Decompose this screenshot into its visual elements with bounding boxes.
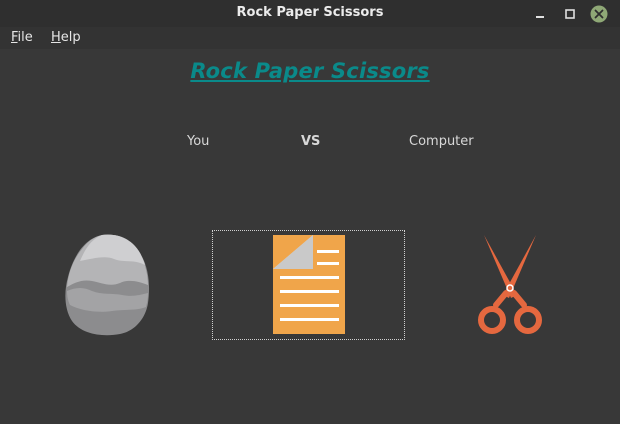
close-button[interactable] (589, 4, 609, 24)
menu-file-label: ile (17, 30, 33, 45)
vs-label: VS (301, 134, 321, 149)
close-icon (590, 5, 608, 23)
menu-help-label: elp (60, 30, 81, 45)
maximize-icon (565, 9, 575, 19)
menu-help[interactable]: Help (51, 30, 81, 45)
app-window: Rock Paper Scissors File Help Rock Paper (0, 0, 620, 424)
window-title: Rock Paper Scissors (236, 5, 384, 20)
scissors-button[interactable] (470, 233, 550, 337)
menu-file[interactable]: File (11, 30, 33, 45)
paper-icon (273, 235, 345, 334)
rock-icon (65, 234, 150, 336)
game-heading: Rock Paper Scissors (190, 59, 430, 83)
game-area: Rock Paper Scissors You VS Computer (0, 49, 620, 424)
menu-help-mnemonic: H (51, 30, 61, 45)
rock-button[interactable] (62, 233, 152, 337)
menu-bar: File Help (0, 27, 620, 49)
paper-button[interactable] (212, 230, 405, 340)
minimize-button[interactable] (530, 4, 550, 24)
scissors-icon (478, 235, 542, 334)
player-label: You (187, 134, 210, 149)
minimize-icon (536, 16, 544, 18)
computer-label: Computer (409, 134, 474, 149)
maximize-button[interactable] (560, 4, 580, 24)
title-bar[interactable]: Rock Paper Scissors (0, 0, 620, 27)
